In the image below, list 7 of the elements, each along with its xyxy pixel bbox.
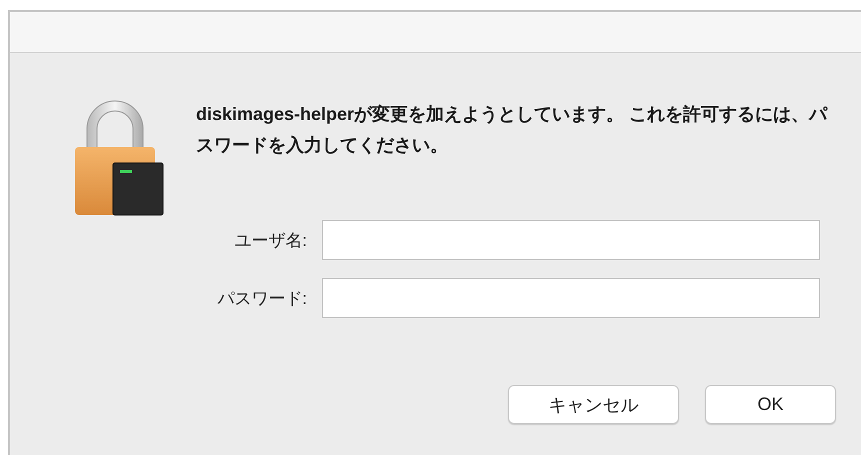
dialog-message: diskimages-helperが変更を加えようとしています。 これを許可するには、パスワードを入力してください。 <box>196 103 828 157</box>
field-label: パスワード: <box>216 288 308 310</box>
input-field[interactable] <box>322 278 820 318</box>
input-field[interactable] <box>322 220 820 260</box>
field-label: ユーザ名: <box>233 230 308 252</box>
ok-button[interactable]: OK <box>705 385 836 424</box>
cancel-button[interactable]: キャンセル <box>508 385 679 424</box>
